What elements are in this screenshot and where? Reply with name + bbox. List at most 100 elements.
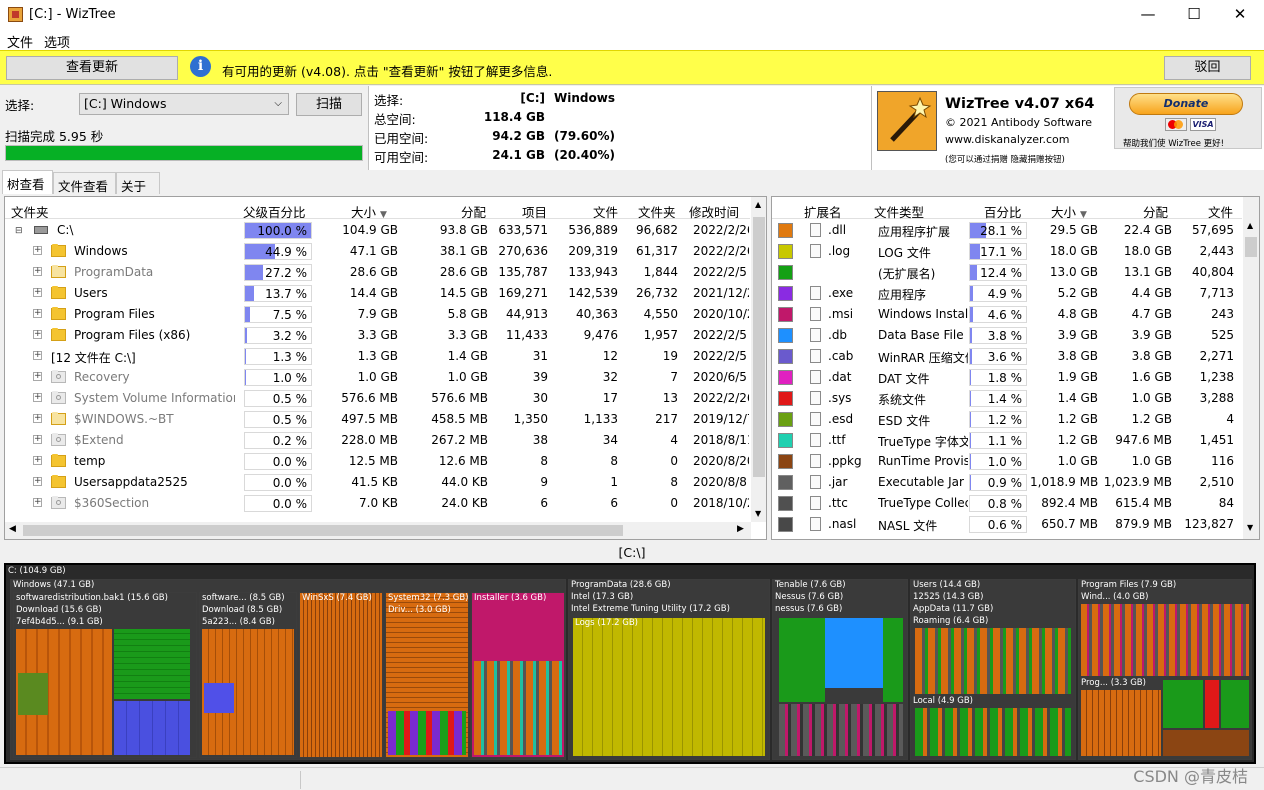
tm-logs[interactable]: Logs (17.2 GB) [573,618,765,756]
ext-row[interactable]: .sys 系统文件 1.4 % 1.4 GB 1.0 GB 3,288 [772,388,1242,409]
tm-users[interactable]: Users (14.4 GB) 12525 (14.3 GB) AppData … [910,579,1076,760]
col-folders[interactable]: 文件夹 [638,202,676,221]
tree-row[interactable]: + Recovery 1.0 % 1.0 GB 1.0 GB 39 32 7 2020/6/5 … [5,367,750,388]
scroll-down-icon[interactable]: ▼ [1247,523,1253,532]
tree-vertical-scrollbar[interactable]: ▲ ▼ [751,197,766,522]
ext-row[interactable]: .nasl NASL 文件 0.6 % 650.7 MB 879.9 MB 123,827 [772,514,1242,535]
ext-row[interactable]: .ttf TrueType 字体文件 1.1 % 1.2 GB 947.6 MB 1,45… [772,430,1242,451]
ext-color-swatch [778,223,793,238]
scroll-left-icon[interactable]: ◀ [9,524,16,534]
ext-row[interactable]: .ttc TrueType Collection 0.8 % 892.4 MB 615.… [772,493,1242,514]
col-allocated[interactable]: 分配 [461,202,486,221]
col-ext-files[interactable]: 文件 [1208,202,1233,221]
tm-program-files[interactable]: Program Files (7.9 GB) Wind... (4.0 GB) … [1078,579,1252,760]
col-ext-size[interactable]: 大小 ▼ [1051,202,1087,221]
col-extension[interactable]: 扩展名 [804,202,842,221]
tree-row[interactable]: + Program Files 7.5 % 7.9 GB 5.8 GB 44,913 40,… [5,304,750,325]
tab-file-view[interactable]: 文件查看 [53,172,116,194]
col-percent[interactable]: 百分比 [984,202,1022,221]
expand-icon[interactable]: + [33,456,42,465]
dismiss-button[interactable]: 驳回 [1164,56,1251,80]
check-update-button[interactable]: 查看更新 [6,56,178,80]
ext-row[interactable]: .dll 应用程序扩展 28.1 % 29.5 GB 22.4 GB 57,695 [772,220,1242,241]
col-ext-allocated[interactable]: 分配 [1143,202,1168,221]
scroll-up-icon[interactable]: ▲ [755,200,761,209]
col-items[interactable]: 项目 [522,202,547,221]
close-button[interactable]: ✕ [1217,0,1263,30]
ext-row[interactable]: (无扩展名) 12.4 % 13.0 GB 13.1 GB 40,804 [772,262,1242,283]
ext-row[interactable]: .exe 应用程序 4.9 % 5.2 GB 4.4 GB 7,713 [772,283,1242,304]
expand-icon[interactable]: + [33,477,42,486]
scan-button[interactable]: 扫描 [296,93,362,116]
tree-hscroll-thumb[interactable] [23,525,623,536]
brand-url-link[interactable]: www.diskanalyzer.com [945,133,1070,146]
tree-vscroll-thumb[interactable] [753,217,765,477]
tm-software[interactable]: software... (8.5 GB) Download (8.5 GB) 5… [199,592,297,758]
collapse-icon[interactable]: ⊟ [15,226,23,236]
scroll-up-icon[interactable]: ▲ [1247,221,1253,230]
col-modified[interactable]: 修改时间 [689,202,739,221]
tree-row[interactable]: + [12 文件在 C:\] 1.3 % 1.3 GB 1.4 GB 31 12 19 2022… [5,346,750,367]
minimize-button[interactable]: — [1125,0,1171,30]
ext-row[interactable]: .esd ESD 文件 1.2 % 1.2 GB 1.2 GB 4 [772,409,1242,430]
tree-cell-size: 104.9 GB [342,223,398,237]
tree-row[interactable]: + ProgramData 27.2 % 28.6 GB 28.6 GB 135,787 1… [5,262,750,283]
tree-row[interactable]: + $360Section 0.0 % 7.0 KB 24.0 KB 6 6 0 2018/10… [5,493,750,514]
tm-system32[interactable]: System32 (7.3 GB) Driv... (3.0 GB) [385,592,469,758]
menu-options[interactable]: 选项 [44,32,70,51]
ext-vscroll-thumb[interactable] [1245,237,1257,257]
tab-about[interactable]: 关于 [116,172,160,194]
tm-programdata[interactable]: ProgramData (28.6 GB) Intel (17.3 GB) In… [568,579,770,760]
expand-icon[interactable]: + [33,414,42,423]
tm-tenable[interactable]: Tenable (7.6 GB) Nessus (7.6 GB) nessus … [772,579,908,760]
expand-icon[interactable]: + [33,498,42,507]
tm-swdist[interactable]: softwaredistribution.bak1 (15.6 GB) Down… [13,592,197,758]
expand-icon[interactable]: + [33,267,42,276]
expand-icon[interactable]: + [33,330,42,339]
tree-row[interactable]: + Users 13.7 % 14.4 GB 14.5 GB 169,271 142,539… [5,283,750,304]
ext-row[interactable]: .log LOG 文件 17.1 % 18.0 GB 18.0 GB 2,443 [772,241,1242,262]
tree-row[interactable]: + Windows 44.9 % 47.1 GB 38.1 GB 270,636 209,3… [5,241,750,262]
ext-row[interactable]: .dat DAT 文件 1.8 % 1.9 GB 1.6 GB 1,238 [772,367,1242,388]
tm-windows[interactable]: Windows (47.1 GB) softwaredistribution.b… [10,579,566,760]
tree-row[interactable]: + System Volume Information 0.5 % 576.6 MB 5… [5,388,750,409]
menu-file[interactable]: 文件 [7,32,33,51]
ext-vertical-scrollbar[interactable]: ▲ ▼ [1243,197,1259,539]
tab-tree-view[interactable]: 树查看 [2,170,53,194]
ext-row[interactable]: .jar Executable Jar File 0.9 % 1,018.9 MB 1,… [772,472,1242,493]
col-parent-pct[interactable]: 父级百分比 [243,202,306,221]
expand-icon[interactable]: + [33,372,42,381]
expand-icon[interactable]: + [33,393,42,402]
tree-row[interactable]: + $WINDOWS.~BT 0.5 % 497.5 MB 458.5 MB 1,350 1… [5,409,750,430]
drive-dropdown[interactable]: [C:] Windows ⌵ [79,93,289,115]
tm-winsxs[interactable]: WinSxS (7.4 GB) [299,592,383,758]
tm-installer[interactable]: Installer (3.6 GB) [471,592,565,758]
ext-row[interactable]: .msi Windows Installer 4.6 % 4.8 GB 4.7 GB 24… [772,304,1242,325]
col-size[interactable]: 大小 ▼ [351,202,387,221]
scroll-right-icon[interactable]: ▶ [737,524,744,534]
donate-button[interactable]: Donate [1129,93,1243,115]
scroll-down-icon[interactable]: ▼ [755,509,761,518]
tree-row[interactable]: + $Extend 0.2 % 228.0 MB 267.2 MB 38 34 4 2018/8… [5,430,750,451]
expand-icon[interactable]: + [33,246,42,255]
tree-row[interactable]: + temp 0.0 % 12.5 MB 12.6 MB 8 8 0 2020/8/20 [5,451,750,472]
tree-row[interactable]: ⊟ C:\ 100.0 % 104.9 GB 93.8 GB 633,571 536,889… [5,220,750,241]
expand-icon[interactable]: + [33,351,42,360]
expand-icon[interactable]: + [33,435,42,444]
expand-icon[interactable]: + [33,288,42,297]
ext-row[interactable]: .db Data Base File 3.8 % 3.9 GB 3.9 GB 525 [772,325,1242,346]
ext-row[interactable]: .ppkg RunTime Provisioning 1.0 % 1.0 GB 1.0 … [772,451,1242,472]
disk-treemap[interactable]: C: (104.9 GB) Windows (47.1 GB) software… [4,563,1256,764]
wizard-logo-icon[interactable] [877,91,937,151]
col-file-type[interactable]: 文件类型 [874,202,924,221]
col-files[interactable]: 文件 [593,202,618,221]
tree-row[interactable]: + Usersappdata2525 0.0 % 41.5 KB 44.0 KB 9 1 8 2… [5,472,750,493]
ext-row[interactable]: .cab WinRAR 压缩文件 3.6 % 3.8 GB 3.8 GB 2,271 [772,346,1242,367]
maximize-button[interactable]: ☐ [1171,0,1217,30]
tree-cell-size: 41.5 KB [351,475,398,489]
expand-icon[interactable]: + [33,309,42,318]
col-folder[interactable]: 文件夹 [11,202,49,221]
stat-used-pct: (79.60%) [554,129,615,143]
tree-horizontal-scrollbar[interactable]: ◀ ▶ [5,522,751,539]
tree-row[interactable]: + Program Files (x86) 3.2 % 3.3 GB 3.3 GB 11,… [5,325,750,346]
